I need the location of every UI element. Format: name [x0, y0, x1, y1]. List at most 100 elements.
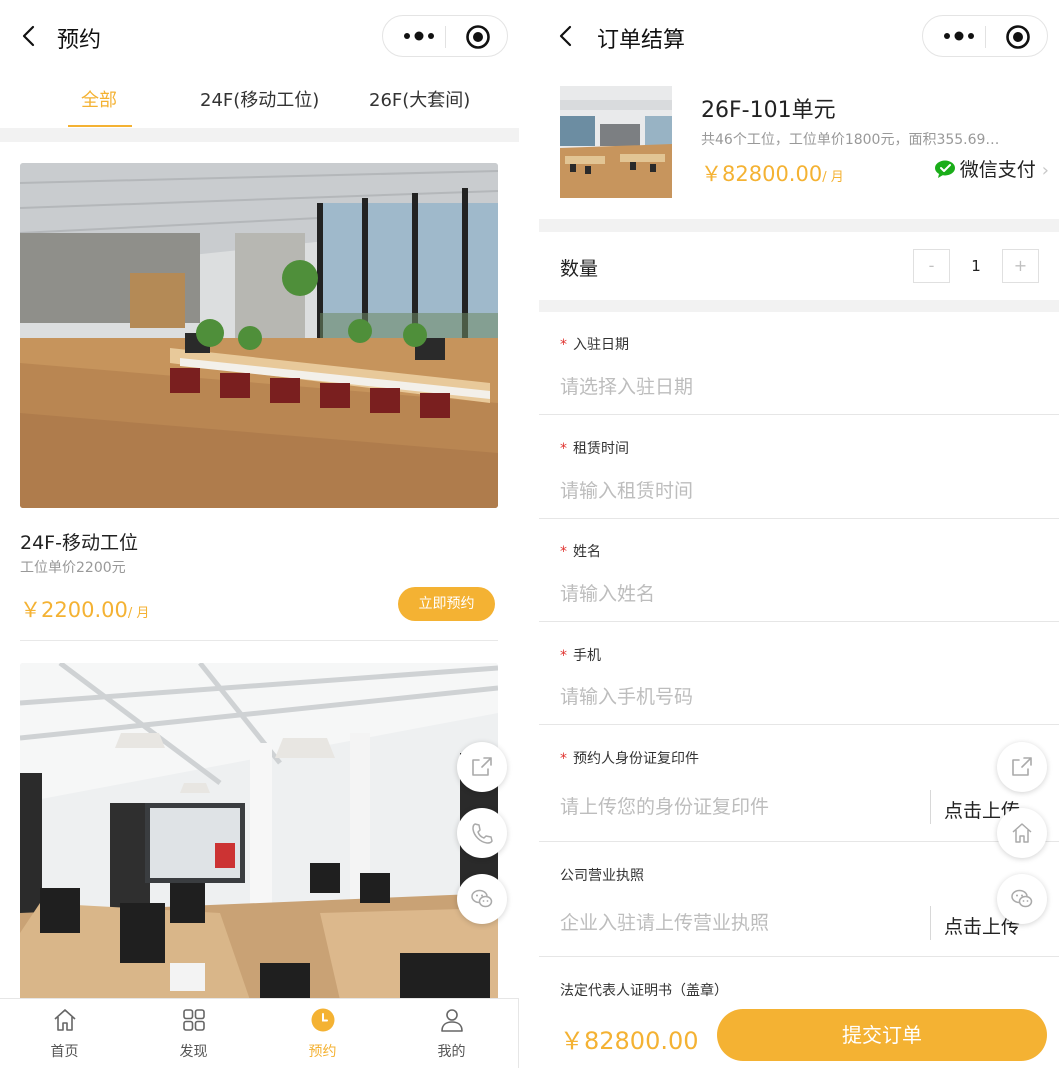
required-mark: * — [560, 751, 567, 767]
field-label-checkin-date: * 入驻日期 — [560, 334, 629, 354]
quantity-increment-button[interactable]: + — [1002, 249, 1039, 283]
tab-active-indicator — [68, 125, 132, 127]
listing-photo[interactable] — [20, 663, 498, 1000]
field-label-text: 预约人身份证复印件 — [573, 751, 699, 767]
tab-26f[interactable]: 26F(大套间) — [369, 86, 470, 112]
product-title: 26F-101单元 — [701, 98, 836, 123]
business-license-field: 企业入驻请上传营业执照 — [560, 912, 770, 934]
field-label-id-copy: * 预约人身份证复印件 — [560, 748, 699, 768]
wechat-icon — [471, 889, 493, 908]
category-tabs: 全部 24F(移动工位) 26F(大套间) — [0, 74, 519, 128]
price-unit: / 月 — [127, 606, 150, 621]
wechat-icon — [1011, 889, 1033, 908]
id-copy-field: 请上传您的身份证复印件 — [560, 796, 770, 818]
quantity-decrement-button[interactable]: - — [913, 249, 950, 283]
share-button[interactable] — [997, 742, 1047, 792]
field-label-text: 手机 — [573, 648, 601, 664]
quantity-stepper: - 1 + — [913, 249, 1039, 283]
section-divider — [539, 300, 1059, 312]
name-input[interactable]: 请输入姓名 — [560, 579, 655, 606]
call-button[interactable] — [457, 808, 507, 858]
wechat-contact-button[interactable] — [457, 874, 507, 924]
section-divider — [539, 219, 1059, 232]
quantity-label: 数量 — [560, 258, 599, 280]
field-label-text: 入驻日期 — [573, 337, 629, 353]
home-icon — [1012, 823, 1032, 843]
field-divider — [539, 724, 1059, 725]
user-icon — [441, 1009, 463, 1032]
screen-gutter — [519, 0, 539, 1068]
tab-all[interactable]: 全部 — [81, 86, 117, 112]
close-target-icon[interactable] — [1005, 24, 1031, 50]
product-price: ￥82800.00/ 月 — [701, 158, 844, 188]
capsule-divider — [445, 26, 446, 48]
tab-24f[interactable]: 24F(移动工位) — [200, 86, 319, 112]
booking-screen: 预约 全部 24F(移动工位) 26F(大套间) 24F-移动工位 工位单价22… — [0, 0, 519, 1068]
tabbar-item-discover[interactable]: 发现 — [129, 999, 258, 1068]
listing-title: 24F-移动工位 — [20, 532, 138, 554]
field-label-text: 租赁时间 — [573, 441, 629, 457]
field-divider — [539, 956, 1059, 957]
field-divider — [539, 621, 1059, 622]
price-unit: / 月 — [822, 170, 844, 185]
tabbar-label: 预约 — [308, 1044, 337, 1060]
mini-program-capsule — [922, 15, 1048, 57]
grid-icon — [183, 1009, 205, 1031]
back-icon[interactable] — [555, 24, 579, 48]
field-divider — [539, 841, 1059, 842]
required-mark: * — [560, 441, 567, 457]
phone-input[interactable]: 请输入手机号码 — [560, 682, 693, 709]
more-icon[interactable] — [401, 25, 437, 47]
more-icon[interactable] — [941, 25, 977, 47]
upload-divider — [930, 790, 931, 824]
checkout-screen: 订单结算 26F-101单元 共46个工位，工位单价1800元，面积355.69… — [539, 0, 1059, 1068]
checkin-date-picker[interactable]: 请选择入驻日期 — [560, 372, 693, 399]
bottom-tab-bar: 首页 发现 预约 我的 — [0, 998, 519, 1068]
lease-term-input[interactable]: 请输入租赁时间 — [560, 476, 693, 503]
field-label-lease-term: * 租赁时间 — [560, 438, 629, 458]
wechat-contact-button[interactable] — [997, 874, 1047, 924]
wechat-pay-icon — [934, 160, 955, 178]
field-label-phone: * 手机 — [560, 645, 601, 665]
capsule-divider — [985, 26, 986, 48]
tabbar-label: 发现 — [179, 1044, 208, 1060]
price-value: ￥82800.00 — [701, 162, 823, 186]
tabbar-label: 我的 — [437, 1044, 466, 1060]
listing-price: ￥2200.00/ 月 — [20, 594, 149, 624]
home-icon — [54, 1009, 76, 1031]
field-label-name: * 姓名 — [560, 541, 601, 561]
clock-icon — [311, 1008, 335, 1032]
field-label-legal-rep-certificate: 法定代表人证明书（盖章） — [560, 983, 728, 999]
submit-order-button[interactable]: 提交订单 — [717, 1009, 1047, 1061]
close-target-icon[interactable] — [465, 24, 491, 50]
book-now-button[interactable]: 立即预约 — [398, 587, 495, 621]
payment-method-selector[interactable]: 微信支付 › — [934, 155, 1049, 182]
tabbar-item-profile[interactable]: 我的 — [387, 999, 516, 1068]
nav-bar: 订单结算 — [539, 0, 1059, 74]
product-description: 共46个工位，工位单价1800元，面积355.69… — [701, 132, 1000, 148]
share-button[interactable] — [457, 742, 507, 792]
checkout-bar: ￥82800.00 提交订单 — [539, 1000, 1059, 1068]
mini-program-capsule — [382, 15, 508, 57]
listing-photo[interactable] — [20, 163, 498, 508]
order-total: ￥82800.00 — [560, 1027, 699, 1055]
page-title: 订单结算 — [597, 28, 686, 53]
share-icon — [472, 757, 492, 776]
section-divider — [0, 128, 519, 142]
page-title: 预约 — [57, 28, 102, 53]
card-divider — [20, 640, 498, 641]
price-value: ￥2200.00 — [20, 598, 128, 622]
back-icon[interactable] — [18, 24, 42, 48]
quantity-value[interactable]: 1 — [950, 249, 1002, 283]
required-mark: * — [560, 337, 567, 353]
home-button[interactable] — [997, 808, 1047, 858]
required-mark: * — [560, 648, 567, 664]
tabbar-item-booking[interactable]: 预约 — [258, 999, 387, 1068]
chevron-right-icon: › — [1041, 160, 1049, 181]
field-divider — [539, 414, 1059, 415]
payment-method-label: 微信支付 — [959, 159, 1036, 181]
tabbar-item-home[interactable]: 首页 — [0, 999, 129, 1068]
field-label-text: 姓名 — [573, 544, 601, 560]
upload-divider — [930, 906, 931, 940]
product-thumbnail — [560, 86, 672, 198]
